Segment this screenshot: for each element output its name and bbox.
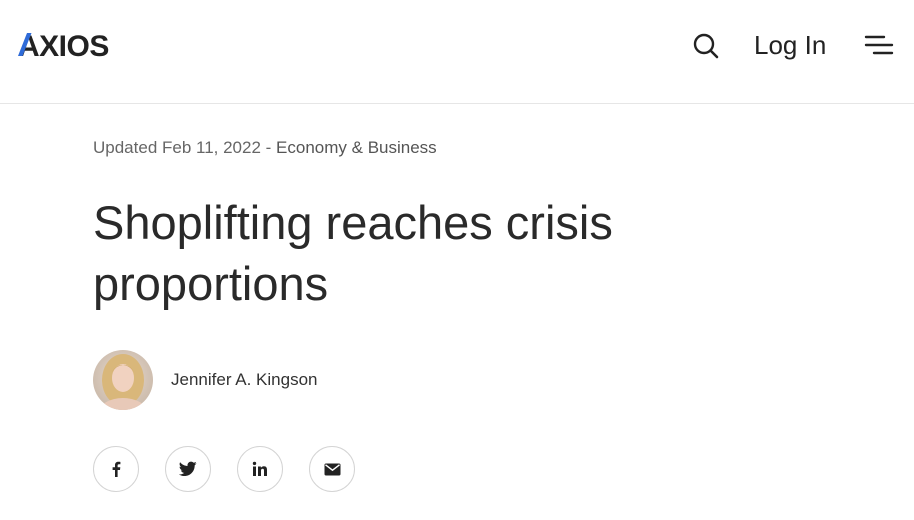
meta-separator: - (260, 138, 277, 157)
logo-text: AXIOS (18, 30, 109, 60)
share-facebook-button[interactable] (93, 446, 139, 492)
author-avatar[interactable] (93, 350, 153, 410)
axios-logo-mark: AXIOS (18, 30, 109, 60)
article-title: Shoplifting reaches crisis proportions (93, 196, 613, 310)
author-name[interactable]: Jennifer A. Kingson (171, 370, 317, 390)
share-linkedin-button[interactable] (237, 446, 283, 492)
linkedin-icon (252, 461, 267, 476)
article-meta: Updated Feb 11, 2022 - Economy & Busines… (93, 138, 437, 158)
share-twitter-button[interactable] (165, 446, 211, 492)
share-email-button[interactable] (309, 446, 355, 492)
category-link[interactable]: Economy & Business (276, 138, 437, 157)
login-button[interactable]: Log In (754, 27, 826, 63)
menu-button[interactable] (864, 33, 894, 59)
author-avatar-image (93, 350, 153, 410)
updated-date: Updated Feb 11, 2022 (93, 138, 261, 157)
search-button[interactable] (690, 30, 722, 62)
twitter-icon (179, 461, 197, 477)
email-icon (324, 463, 340, 475)
menu-icon (864, 35, 894, 55)
search-icon (693, 33, 719, 59)
facebook-icon (112, 461, 121, 477)
axios-logo[interactable]: AXIOS (18, 28, 128, 62)
site-header: AXIOS Log In (0, 0, 914, 104)
